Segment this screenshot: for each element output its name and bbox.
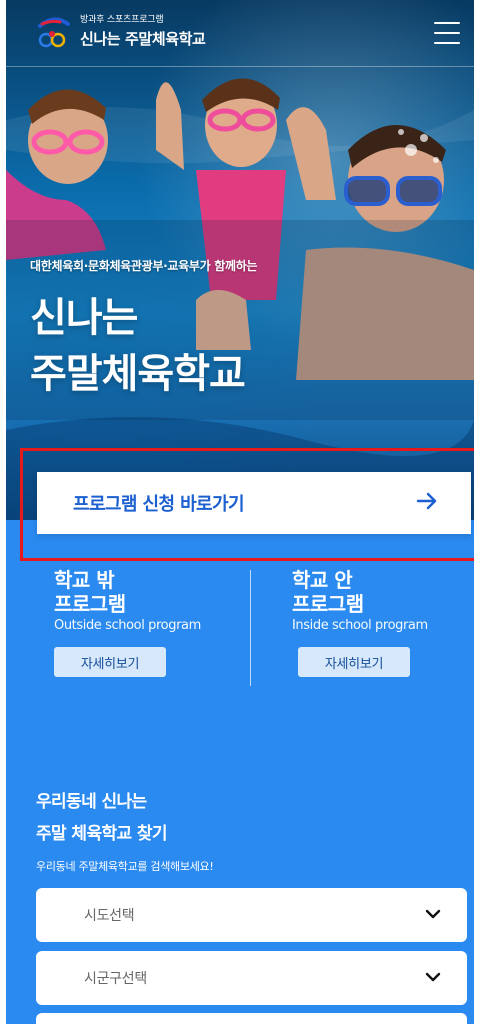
chevron-down-icon bbox=[425, 972, 441, 982]
outside-program-card: 학교 밖 프로그램 Outside school program 자세히보기 bbox=[54, 568, 254, 677]
hero-title: 신나는 주말체육학교 bbox=[30, 290, 246, 402]
hamburger-menu-icon[interactable] bbox=[434, 22, 460, 44]
page: 방과후 스포츠프로그램 신나는 주말체육학교 대한체육회·문화체육관광부·교육부… bbox=[0, 0, 480, 1024]
hero-subtitle: 대한체육회·문화체육관광부·교육부가 함께하는 bbox=[30, 259, 258, 273]
search-title: 우리동네 신나는 주말 체육학교 찾기 bbox=[36, 786, 168, 850]
province-select-value: 시도선택 bbox=[84, 908, 135, 924]
programs-section: 학교 밖 프로그램 Outside school program 자세히보기 학… bbox=[6, 560, 474, 720]
search-title-line1: 우리동네 신나는 bbox=[36, 792, 147, 812]
inside-program-title-line2: 프로그램 bbox=[292, 592, 364, 616]
hero-title-line2: 주말체육학교 bbox=[30, 351, 246, 397]
hero-banner: 방과후 스포츠프로그램 신나는 주말체육학교 대한체육회·문화체육관광부·교육부… bbox=[6, 0, 474, 520]
search-description: 우리동네 주말체육학교를 검색해보세요! bbox=[36, 860, 214, 873]
programs-divider bbox=[250, 570, 251, 686]
district-select-value: 시군구선택 bbox=[84, 971, 147, 987]
hero-title-line1: 신나는 bbox=[30, 295, 138, 341]
cta-highlight-box bbox=[20, 448, 474, 561]
inside-program-detail-button[interactable]: 자세히보기 bbox=[298, 647, 410, 677]
outside-program-title-line2: 프로그램 bbox=[54, 592, 126, 616]
inside-program-card: 학교 안 프로그램 Inside school program 자세히보기 bbox=[292, 568, 474, 677]
inside-program-title-line1: 학교 안 bbox=[292, 568, 353, 592]
district-select[interactable]: 시군구선택 bbox=[36, 951, 467, 1005]
brand-title[interactable]: 신나는 주말체육학교 bbox=[80, 28, 206, 49]
logo-icon[interactable] bbox=[34, 12, 74, 52]
outside-program-detail-button[interactable]: 자세히보기 bbox=[54, 647, 166, 677]
outside-program-english: Outside school program bbox=[54, 618, 201, 633]
cta-section: 프로그램 신청 바로가기 bbox=[20, 448, 474, 561]
site-header: 방과후 스포츠프로그램 신나는 주말체육학교 bbox=[6, 0, 474, 66]
outside-program-title-line1: 학교 밖 bbox=[54, 568, 115, 592]
third-select[interactable] bbox=[36, 1013, 467, 1024]
search-title-line2: 주말 체육학교 찾기 bbox=[36, 824, 168, 844]
header-divider bbox=[6, 66, 474, 67]
brand-subtitle: 방과후 스포츠프로그램 bbox=[80, 15, 164, 25]
inside-program-english: Inside school program bbox=[292, 618, 428, 633]
province-select[interactable]: 시도선택 bbox=[36, 888, 467, 942]
chevron-down-icon bbox=[425, 909, 441, 919]
